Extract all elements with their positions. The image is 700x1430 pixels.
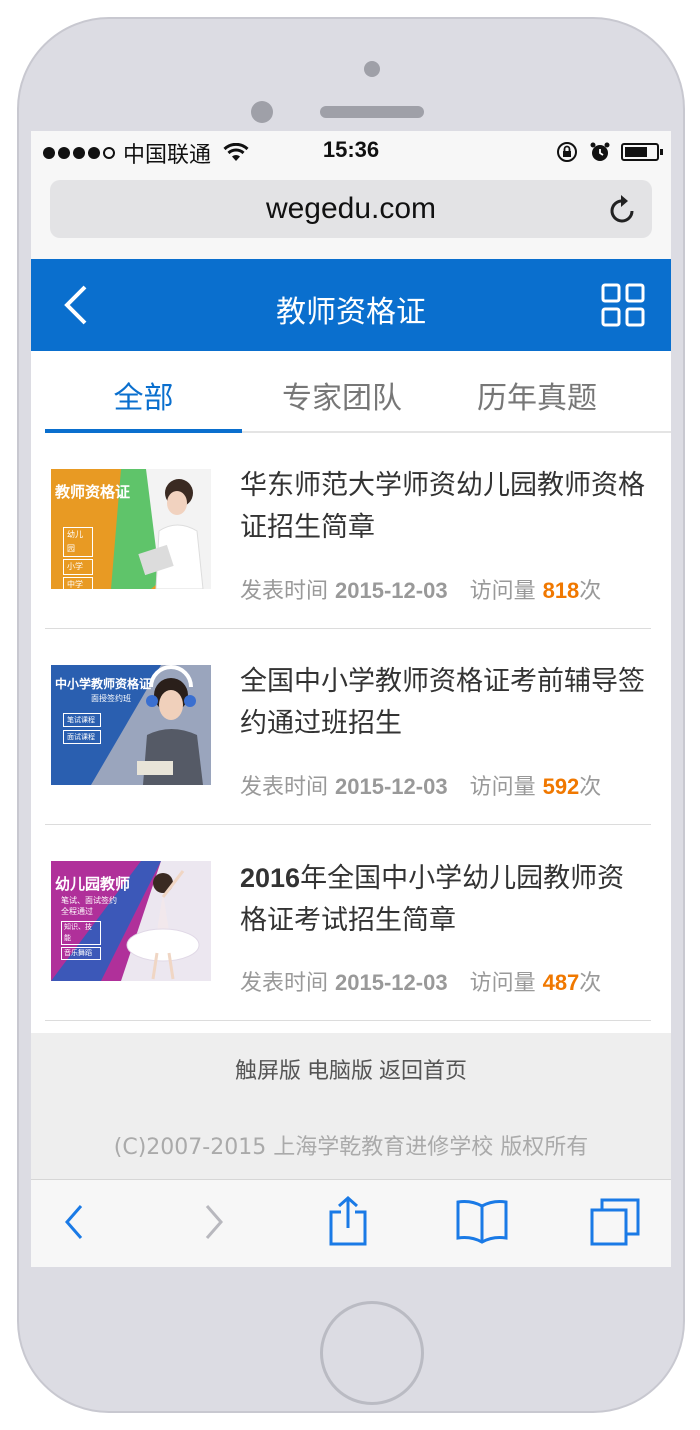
- article-thumbnail[interactable]: 幼儿园教师 笔试、面试签约 全程通过 知识、技能 音乐舞蹈: [51, 861, 211, 981]
- thumbnail-tag: 幼儿园: [63, 527, 93, 557]
- list-item[interactable]: 教师资格证 幼儿园 小学 中学 华东师范大学师资幼儿园教师资格证招生简章 发表时…: [45, 433, 651, 629]
- article-title[interactable]: 全国中小学教师资格证考前辅导签约通过班招生: [240, 661, 650, 745]
- app-header: 教师资格证: [31, 259, 671, 351]
- thumbnail-tag: 音乐舞蹈: [61, 947, 101, 960]
- thumbnail-tag: 知识、技能: [61, 921, 101, 945]
- alarm-icon: [590, 142, 610, 161]
- url-text[interactable]: wegedu.com: [50, 192, 652, 226]
- thumbnail-heading: 教师资格证: [55, 483, 131, 501]
- thumbnail-tag: 小学: [63, 559, 93, 575]
- article-meta: 发表时间 2015-12-03 访问量 592次: [240, 769, 601, 801]
- publish-date: 2015-12-03: [335, 774, 448, 799]
- forward-arrow-icon[interactable]: [201, 1202, 227, 1242]
- date-label: 发表时间: [240, 775, 329, 800]
- date-label: 发表时间: [240, 971, 329, 996]
- article-title-year: 2016: [240, 863, 301, 893]
- thumbnail-heading: 幼儿园教师: [55, 875, 131, 893]
- tabs-icon[interactable]: [589, 1198, 641, 1246]
- thumbnail-heading: 中小学教师资格证: [55, 677, 152, 691]
- thumbnail-tag: 中学: [63, 577, 93, 589]
- screen: 中国联通 15:36 wegedu.com 教师资格证 全部 专家团队 历年真题…: [31, 131, 671, 1267]
- footer-link-touch[interactable]: 触屏版: [235, 1059, 301, 1084]
- tab-all[interactable]: 全部: [45, 351, 242, 433]
- thumbnail-tags: 幼儿园 小学 中学: [63, 527, 93, 589]
- thumbnail-subheading-line: 全程通过: [61, 907, 93, 916]
- tab-past-exams[interactable]: 历年真题: [442, 351, 632, 431]
- reload-icon[interactable]: [608, 193, 638, 225]
- tab-expert-team[interactable]: 专家团队: [242, 351, 442, 431]
- footer-link-home[interactable]: 返回首页: [379, 1059, 467, 1084]
- thumbnail-subheading: 笔试、面试签约 全程通过: [61, 895, 117, 917]
- share-icon[interactable]: [327, 1196, 369, 1246]
- views-label: 访问量: [469, 579, 536, 604]
- article-title[interactable]: 华东师范大学师资幼儿园教师资格证招生简章: [240, 465, 650, 549]
- view-count: 592: [542, 774, 580, 799]
- browser-toolbar: [31, 1179, 671, 1267]
- proximity-sensor: [364, 61, 380, 77]
- earpiece-speaker: [320, 106, 424, 118]
- grid-icon[interactable]: [601, 283, 645, 327]
- views-unit: 次: [579, 775, 602, 800]
- publish-date: 2015-12-03: [335, 970, 448, 995]
- thumbnail-tags: 笔试课程 面试课程: [63, 713, 101, 744]
- rotation-lock-icon: [557, 142, 577, 162]
- tab-bar: 全部 专家团队 历年真题: [45, 351, 671, 433]
- thumbnail-subheading-line: 笔试、面试签约: [61, 896, 117, 905]
- page-footer: 触屏版 电脑版 返回首页 (C)2007-2015 上海学乾教育进修学校 版权所有: [31, 1033, 671, 1179]
- thumbnail-tags: 知识、技能 音乐舞蹈: [61, 921, 101, 960]
- address-bar[interactable]: wegedu.com: [50, 180, 652, 238]
- views-label: 访问量: [469, 775, 536, 800]
- status-bar: 中国联通 15:36: [31, 131, 671, 173]
- publish-date: 2015-12-03: [335, 578, 448, 603]
- back-arrow-icon[interactable]: [61, 1202, 87, 1242]
- copyright: (C)2007-2015 上海学乾教育进修学校 版权所有: [113, 1135, 589, 1160]
- footer-links: 触屏版 电脑版 返回首页: [31, 1053, 671, 1085]
- bookmarks-icon[interactable]: [455, 1198, 509, 1244]
- views-label: 访问量: [469, 971, 536, 996]
- front-camera: [251, 101, 273, 123]
- article-meta: 发表时间 2015-12-03 访问量 818次: [240, 573, 601, 605]
- thumbnail-tag: 面试课程: [63, 730, 101, 744]
- list-item[interactable]: 中小学教师资格证 面授签约班 笔试课程 面试课程 全国中小学教师资格证考前辅导签…: [45, 629, 651, 825]
- article-meta: 发表时间 2015-12-03 访问量 487次: [240, 965, 601, 997]
- home-button[interactable]: [320, 1301, 424, 1405]
- status-icons: [555, 140, 663, 164]
- article-thumbnail[interactable]: 中小学教师资格证 面授签约班 笔试课程 面试课程: [51, 665, 211, 785]
- battery-icon: [621, 143, 663, 161]
- date-label: 发表时间: [240, 579, 329, 604]
- article-list: 教师资格证 幼儿园 小学 中学 华东师范大学师资幼儿园教师资格证招生简章 发表时…: [45, 433, 671, 1021]
- thumbnail-subheading: 面授签约班: [91, 694, 131, 703]
- views-unit: 次: [579, 579, 602, 604]
- page-title: 教师资格证: [276, 295, 426, 330]
- footer-link-desktop[interactable]: 电脑版: [307, 1059, 373, 1084]
- browser-url-area: wegedu.com: [31, 173, 671, 259]
- view-count: 818: [542, 578, 580, 603]
- article-title[interactable]: 2016年全国中小学幼儿园教师资格证考试招生简章: [240, 857, 650, 942]
- list-item[interactable]: 幼儿园教师 笔试、面试签约 全程通过 知识、技能 音乐舞蹈 2016年全国中小学…: [45, 825, 651, 1021]
- article-thumbnail[interactable]: 教师资格证 幼儿园 小学 中学: [51, 469, 211, 589]
- views-unit: 次: [579, 971, 602, 996]
- view-count: 487: [542, 970, 580, 995]
- thumbnail-tag: 笔试课程: [63, 713, 101, 727]
